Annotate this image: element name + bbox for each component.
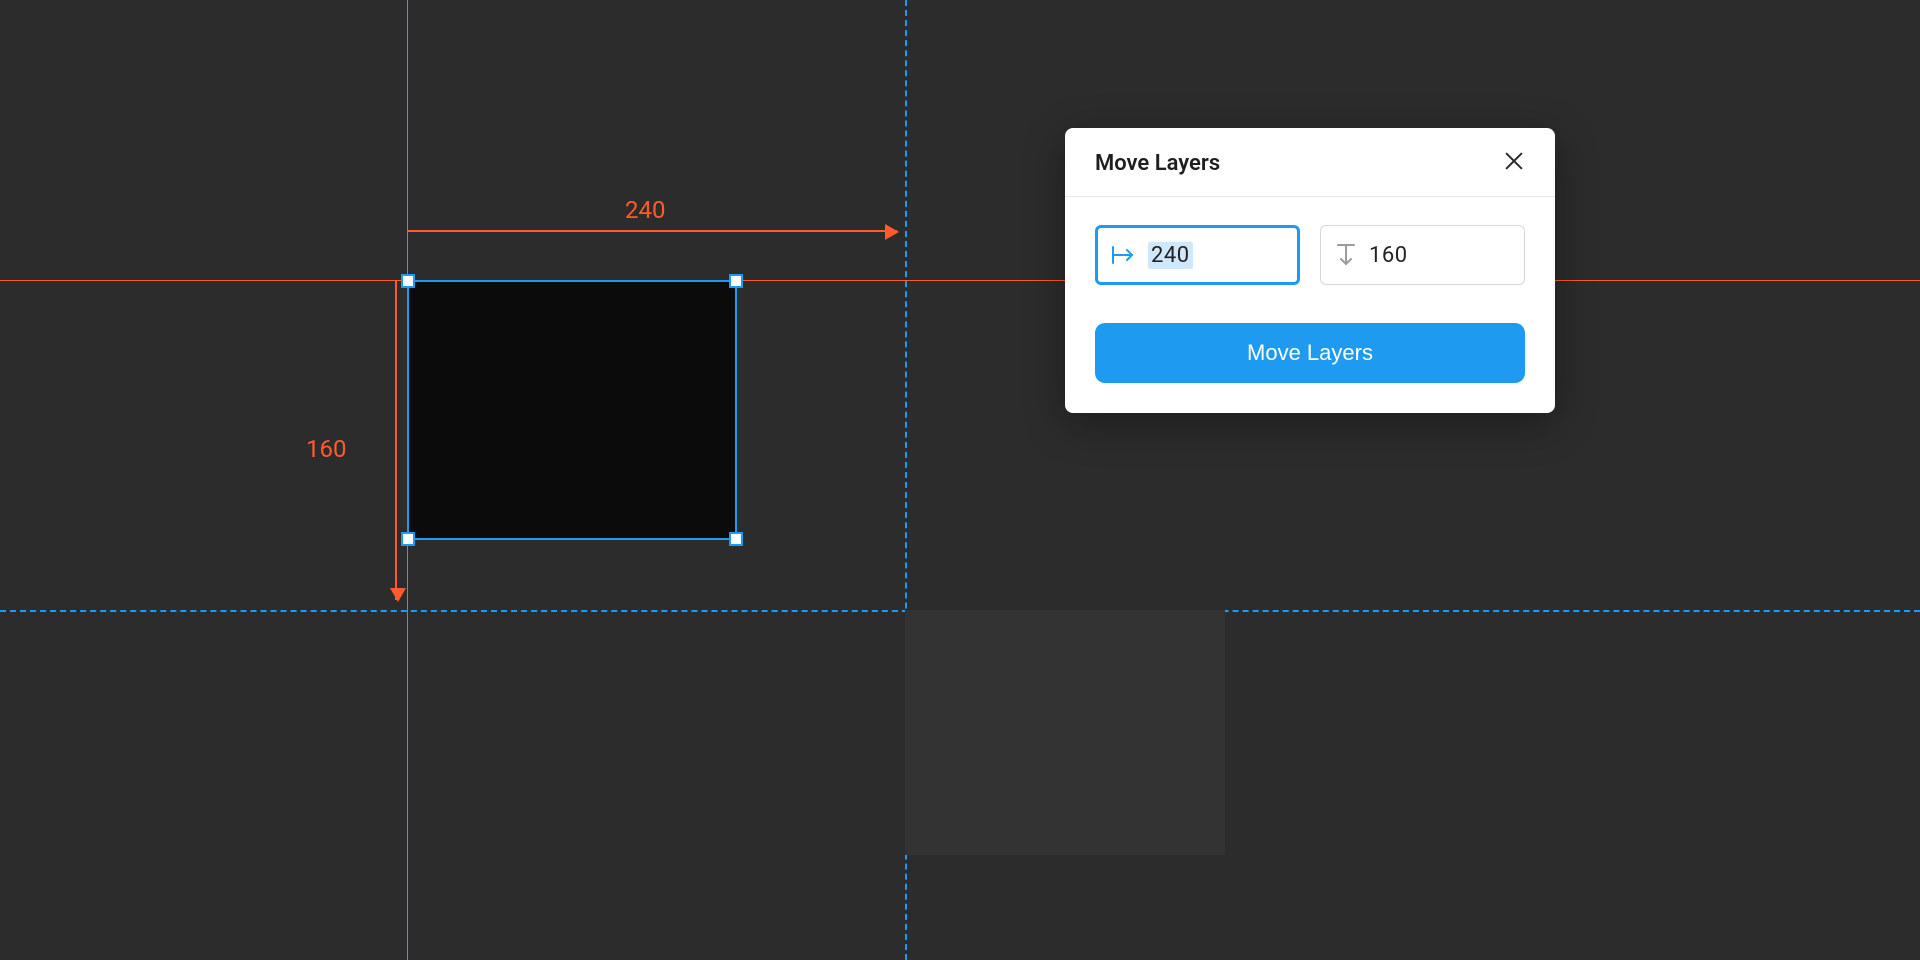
move-x-value: 240 <box>1148 242 1193 269</box>
guide-horizontal-solid <box>0 280 1920 281</box>
measurement-arrow-horizontal <box>407 230 897 232</box>
move-layers-dialog: Move Layers <box>1065 128 1555 413</box>
selected-layer[interactable] <box>407 280 737 540</box>
arrow-down-icon <box>1335 242 1357 268</box>
move-y-value: 160 <box>1369 243 1408 268</box>
dialog-title: Move Layers <box>1095 151 1220 176</box>
move-destination-preview <box>905 610 1225 855</box>
measurement-arrow-vertical <box>395 280 397 600</box>
resize-handle-top-left[interactable] <box>401 274 415 288</box>
move-layers-submit-button[interactable]: Move Layers <box>1095 323 1525 383</box>
inputs-row: 240 160 <box>1095 225 1525 285</box>
dialog-body: 240 160 Move Layers <box>1065 197 1555 413</box>
resize-handle-top-right[interactable] <box>729 274 743 288</box>
move-y-input[interactable]: 160 <box>1320 225 1525 285</box>
move-x-input[interactable]: 240 <box>1095 225 1300 285</box>
close-button[interactable] <box>1499 148 1529 178</box>
measurement-label-horizontal: 240 <box>625 196 665 224</box>
resize-handle-bottom-left[interactable] <box>401 532 415 546</box>
resize-handle-bottom-right[interactable] <box>729 532 743 546</box>
dialog-header: Move Layers <box>1065 128 1555 197</box>
design-canvas[interactable]: 240 160 Move Layers <box>0 0 1920 960</box>
close-icon <box>1503 150 1525 176</box>
measurement-label-vertical: 160 <box>306 435 346 463</box>
arrow-right-icon <box>1110 244 1136 266</box>
